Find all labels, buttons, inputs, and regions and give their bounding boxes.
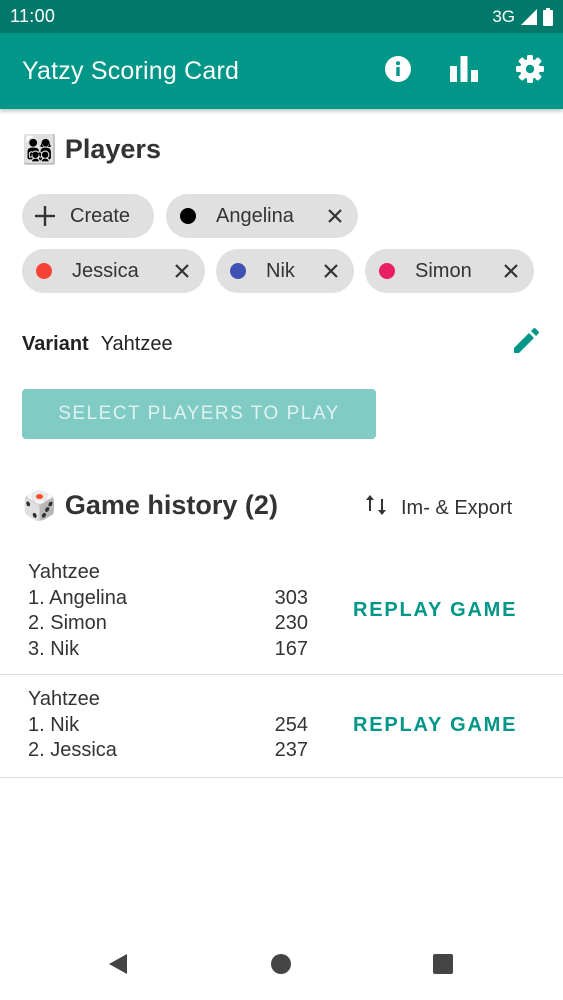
result-score: 254 — [274, 713, 308, 736]
home-button[interactable] — [251, 933, 311, 1000]
remove-player-icon[interactable] — [320, 260, 342, 282]
result-score: 237 — [274, 739, 308, 761]
result-score: 167 — [274, 637, 308, 660]
status-bar: 11:00 3G — [0, 0, 563, 33]
replay-game-button[interactable]: REPLAY GAME — [353, 714, 517, 737]
result-row: 2. Jessica 237 — [28, 738, 308, 764]
player-color-dot — [36, 263, 52, 279]
create-player-label: Create — [70, 204, 131, 227]
network-type: 3G — [492, 6, 515, 26]
result-score: 303 — [274, 586, 308, 609]
player-chip-label: Nik — [266, 259, 295, 282]
game-result-list: Yahtzee 1. Angelina 303 2. Simon 230 3. … — [28, 560, 308, 662]
create-player-chip[interactable]: Create — [22, 194, 154, 238]
app-bar-actions — [365, 33, 563, 109]
players-heading: 👨‍👩‍👧‍👦 Players — [22, 134, 161, 165]
recents-square-icon — [433, 954, 453, 979]
replay-game-button[interactable]: REPLAY GAME — [353, 599, 517, 622]
home-circle-icon — [270, 953, 292, 980]
player-chip-simon[interactable]: Simon — [365, 249, 534, 293]
result-row: 1. Angelina 303 — [28, 586, 308, 612]
player-chip-nik[interactable]: Nik — [216, 249, 354, 293]
play-button-label: SELECT PLAYERS TO PLAY — [58, 403, 340, 424]
game-history-heading: 🎲 Game history (2) — [22, 490, 278, 521]
swap-vertical-icon — [365, 493, 387, 523]
result-player: 2. Jessica — [28, 739, 117, 761]
select-players-to-play-button[interactable]: SELECT PLAYERS TO PLAY — [22, 389, 376, 439]
players-title: Players — [64, 134, 161, 164]
import-export-button[interactable]: Im- & Export — [365, 490, 512, 526]
settings-icon — [516, 54, 544, 88]
battery-icon — [543, 7, 553, 26]
remove-player-icon[interactable] — [500, 260, 522, 282]
status-time: 11:00 — [10, 6, 56, 26]
signal-icon — [521, 8, 537, 25]
plus-icon — [34, 205, 56, 227]
statistics-button[interactable] — [431, 33, 497, 109]
variant-row: Variant Yahtzee — [22, 328, 542, 360]
settings-button[interactable] — [497, 33, 563, 109]
result-player: 2. Simon — [28, 612, 107, 634]
result-row: 1. Nik 254 — [28, 713, 308, 739]
player-chip-angelina[interactable]: Angelina — [166, 194, 358, 238]
family-emoji-icon: 👨‍👩‍👧‍👦 — [22, 133, 57, 165]
game-history-item: Yahtzee 1. Nik 254 2. Jessica 237 REPLAY… — [0, 675, 563, 778]
dice-emoji-icon: 🎲 — [22, 489, 57, 521]
status-icons: 3G — [492, 7, 553, 27]
result-row: 3. Nik 167 — [28, 637, 308, 663]
game-history-item: Yahtzee 1. Angelina 303 2. Simon 230 3. … — [0, 552, 563, 675]
result-row: 2. Simon 230 — [28, 611, 308, 637]
player-chip-label: Angelina — [216, 204, 294, 227]
app-bar: Yatzy Scoring Card — [0, 33, 563, 109]
game-history-title: Game history (2) — [64, 490, 278, 520]
pencil-icon — [513, 328, 539, 360]
game-variant: Yahtzee — [28, 561, 100, 583]
player-color-dot — [379, 263, 395, 279]
player-chip-label: Jessica — [72, 259, 139, 282]
system-navigation-bar — [0, 933, 563, 1000]
edit-variant-button[interactable] — [510, 328, 542, 360]
variant-label: Variant — [22, 332, 89, 355]
variant-value: Yahtzee — [100, 332, 173, 355]
result-player: 1. Nik — [28, 713, 80, 736]
info-icon — [384, 55, 412, 88]
result-score: 230 — [274, 612, 308, 634]
recents-button[interactable] — [413, 933, 473, 1000]
back-triangle-icon — [108, 953, 128, 980]
player-color-dot — [180, 208, 196, 224]
game-variant: Yahtzee — [28, 688, 100, 710]
result-player: 1. Angelina — [28, 586, 127, 609]
game-result-list: Yahtzee 1. Nik 254 2. Jessica 237 — [28, 687, 308, 764]
player-chip-label: Simon — [415, 259, 472, 282]
bar-chart-icon — [450, 55, 478, 87]
player-chip-jessica[interactable]: Jessica — [22, 249, 205, 293]
back-button[interactable] — [88, 933, 148, 1000]
result-player: 3. Nik — [28, 637, 80, 660]
import-export-label: Im- & Export — [401, 496, 513, 519]
info-button[interactable] — [365, 33, 431, 109]
remove-player-icon[interactable] — [324, 205, 346, 227]
remove-player-icon[interactable] — [171, 260, 193, 282]
player-color-dot — [230, 263, 246, 279]
app-title: Yatzy Scoring Card — [22, 56, 240, 85]
